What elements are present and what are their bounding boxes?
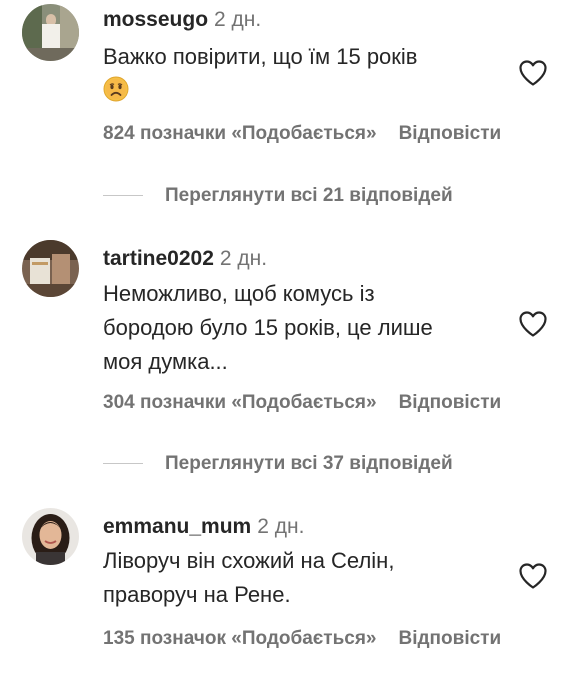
reply-button[interactable]: Відповісти: [399, 628, 502, 649]
comment-text-line: моя думка...: [103, 349, 228, 374]
comment-username[interactable]: tartine0202: [103, 247, 214, 270]
likes-count[interactable]: 304 позначки «Подобається»: [103, 392, 377, 413]
comment-time: 2 дн.: [219, 247, 268, 270]
heart-icon[interactable]: [518, 562, 548, 590]
comment-time: 2 дн.: [257, 515, 305, 538]
view-replies-button[interactable]: Переглянути всі 37 відповідей: [103, 453, 453, 475]
comment-text-line: Ліворуч він схожий на Селін,: [103, 548, 395, 573]
reply-button[interactable]: Відповісти: [399, 392, 502, 413]
comment-username[interactable]: mosseugo: [103, 8, 208, 31]
comment-time: 2 дн.: [214, 8, 262, 31]
comment-text-line: бородою було 15 років, це лише: [103, 315, 433, 340]
view-replies-label: Переглянути всі 37 відповідей: [165, 453, 453, 474]
comment-username[interactable]: emmanu_mum: [103, 515, 251, 538]
avatar[interactable]: [22, 240, 79, 297]
likes-count[interactable]: 135 позначок «Подобається»: [103, 628, 377, 649]
comment-text: Важко повірити, що їм 15 років: [103, 40, 503, 108]
comment-text-line: Неможливо, щоб комусь із: [103, 281, 375, 306]
avatar[interactable]: [22, 508, 79, 565]
comment-text: Неможливо, щоб комусь із бородою було 15…: [103, 277, 503, 379]
sad-face-emoji: [103, 76, 129, 102]
comment-text: Ліворуч він схожий на Селін, праворуч на…: [103, 544, 503, 612]
comment-item: tartine0202 2 дн. Неможливо, щоб комусь і…: [0, 236, 567, 426]
comment-text-line: Важко повірити, що їм 15 років: [103, 44, 418, 69]
view-replies-button[interactable]: Переглянути всі 21 відповідей: [103, 185, 453, 207]
comment-text-line: праворуч на Рене.: [103, 582, 291, 607]
avatar[interactable]: [22, 4, 79, 61]
divider-line: [103, 463, 143, 465]
heart-icon[interactable]: [518, 59, 548, 87]
comment-item: mosseugo 2 дн. Важко повірити, що їм 15 р…: [0, 0, 567, 175]
likes-count[interactable]: 824 позначки «Подобається»: [103, 123, 377, 144]
divider-line: [103, 195, 143, 197]
comment-item: emmanu_mum 2 дн. Ліворуч він схожий на Се…: [0, 504, 567, 673]
heart-icon[interactable]: [518, 310, 548, 338]
view-replies-label: Переглянути всі 21 відповідей: [165, 185, 453, 206]
reply-button[interactable]: Відповісти: [399, 123, 502, 144]
